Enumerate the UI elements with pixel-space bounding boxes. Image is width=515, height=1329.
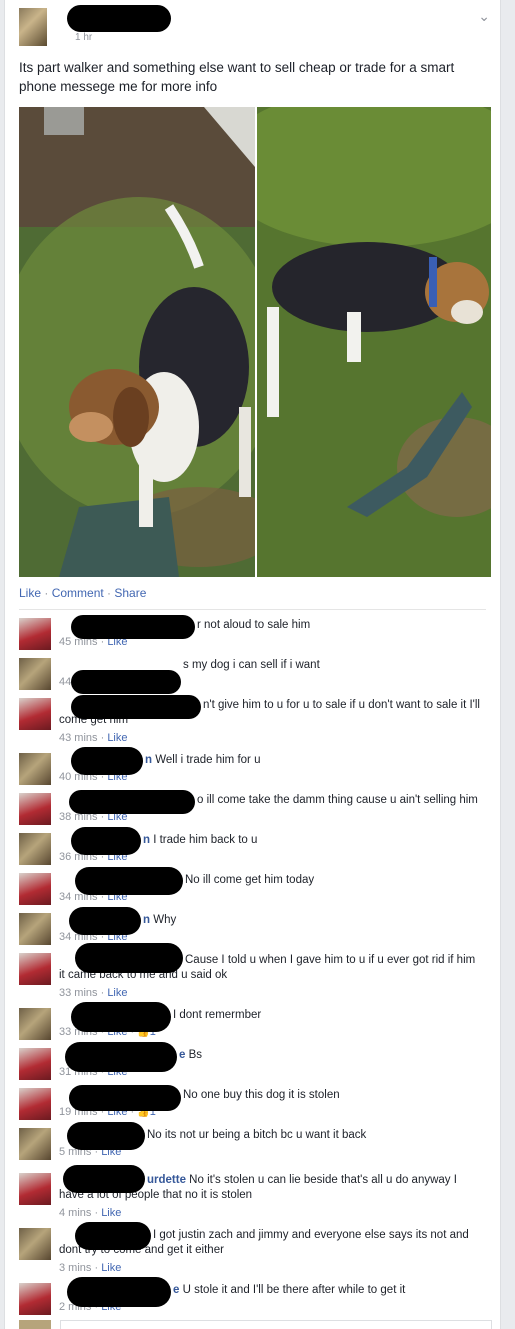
- post-text: Its part walker and something else want …: [19, 60, 455, 94]
- commenter-avatar[interactable]: [19, 698, 51, 730]
- comment-body: I trade him back to u: [150, 834, 258, 846]
- commenter-avatar[interactable]: [19, 793, 51, 825]
- comment-link[interactable]: Comment: [52, 586, 104, 600]
- post-actions: Like · Comment · Share: [19, 586, 147, 600]
- commenter-avatar[interactable]: [19, 1283, 51, 1315]
- commenter-avatar[interactable]: [19, 913, 51, 945]
- redacted-commenter-name: [71, 827, 141, 855]
- redacted-commenter-name: [69, 907, 141, 935]
- share-link[interactable]: Share: [114, 586, 146, 600]
- redacted-commenter-name: [69, 1085, 181, 1111]
- author-avatar[interactable]: [19, 8, 47, 46]
- comment-meta: 43 mins · Like: [59, 732, 128, 744]
- commenter-avatar[interactable]: [19, 1128, 51, 1160]
- like-link[interactable]: Like: [19, 586, 41, 600]
- commenter-avatar[interactable]: [19, 953, 51, 985]
- redacted-commenter-name: [71, 695, 201, 719]
- dog-photo-right[interactable]: [257, 107, 491, 577]
- commenter-avatar[interactable]: [19, 873, 51, 905]
- commenter-name[interactable]: n: [143, 834, 150, 846]
- chevron-down-icon[interactable]: ⌄: [478, 8, 490, 25]
- commenter-avatar[interactable]: [19, 833, 51, 865]
- comment-body: U stole it and I'll be there after while…: [179, 1284, 406, 1296]
- comment-like-link[interactable]: Like: [101, 1262, 121, 1274]
- comment-input[interactable]: [60, 1320, 492, 1329]
- redacted-commenter-name: [67, 1277, 171, 1307]
- commenter-avatar[interactable]: [19, 1088, 51, 1120]
- comment-body: Well i trade him for u: [152, 754, 261, 766]
- comment-body: Why: [150, 914, 177, 926]
- comment-like-link[interactable]: Like: [101, 1207, 121, 1219]
- redacted-commenter-name: [63, 1165, 145, 1193]
- comment-body: Bs: [185, 1049, 203, 1061]
- redacted-commenter-name: [67, 1122, 145, 1150]
- comment-like-link[interactable]: Like: [107, 732, 127, 744]
- comment-row: No its not ur being a bitch bc u want it…: [19, 1122, 489, 1170]
- comment-body: o ill come take the damm thing cause u a…: [197, 794, 478, 806]
- comment-body: No its not ur being a bitch bc u want it…: [147, 1129, 367, 1141]
- post-time[interactable]: 1 hr: [75, 32, 92, 43]
- current-user-avatar: [19, 1320, 51, 1329]
- commenter-avatar[interactable]: [19, 1228, 51, 1260]
- commenter-avatar[interactable]: [19, 658, 51, 690]
- commenter-name[interactable]: urdette: [147, 1174, 186, 1186]
- commenter-name[interactable]: n: [145, 754, 152, 766]
- comment-row: e U stole it and I'll be there after whi…: [19, 1277, 489, 1325]
- redacted-commenter-name: [69, 790, 195, 814]
- redacted-commenter-name: [65, 1042, 177, 1072]
- comment-body: No one buy this dog it is stolen: [183, 1089, 340, 1101]
- post-header: 1 hr ⌄: [5, 0, 500, 56]
- redacted-commenter-name: [71, 615, 195, 639]
- redacted-author-name: [67, 5, 171, 32]
- post-card: 1 hr ⌄ Its part walker and something els…: [4, 0, 501, 1329]
- commenter-avatar[interactable]: [19, 618, 51, 650]
- commenter-avatar[interactable]: [19, 1173, 51, 1205]
- commenter-name[interactable]: n: [143, 914, 150, 926]
- comment-time[interactable]: 3 mins: [59, 1262, 91, 1274]
- comment-meta: 4 mins · Like: [59, 1207, 122, 1219]
- comment-time[interactable]: 4 mins: [59, 1207, 91, 1219]
- comment-body: I dont remermber: [173, 1009, 262, 1021]
- comment-time[interactable]: 43 mins: [59, 732, 98, 744]
- comment-meta: 3 mins · Like: [59, 1262, 122, 1274]
- divider: [19, 609, 486, 610]
- photo-grid: [19, 107, 491, 577]
- redacted-commenter-name: [75, 943, 183, 973]
- comment-like-link[interactable]: Like: [107, 987, 127, 999]
- commenter-avatar[interactable]: [19, 1008, 51, 1040]
- comment-body: s my dog i can sell if i want: [183, 659, 320, 671]
- comment-body: r not aloud to sale him: [197, 619, 311, 631]
- redacted-commenter-name: [75, 1222, 151, 1250]
- comment-time[interactable]: 33 mins: [59, 987, 98, 999]
- comment-body: No ill come get him today: [185, 874, 315, 886]
- commenter-avatar[interactable]: [19, 753, 51, 785]
- redacted-commenter-name: [71, 670, 181, 694]
- redacted-commenter-name: [71, 747, 143, 775]
- dog-photo-left[interactable]: [19, 107, 255, 577]
- comment-meta: 33 mins · Like: [59, 987, 128, 999]
- redacted-commenter-name: [71, 1002, 171, 1032]
- commenter-avatar[interactable]: [19, 1048, 51, 1080]
- redacted-commenter-name: [75, 867, 183, 895]
